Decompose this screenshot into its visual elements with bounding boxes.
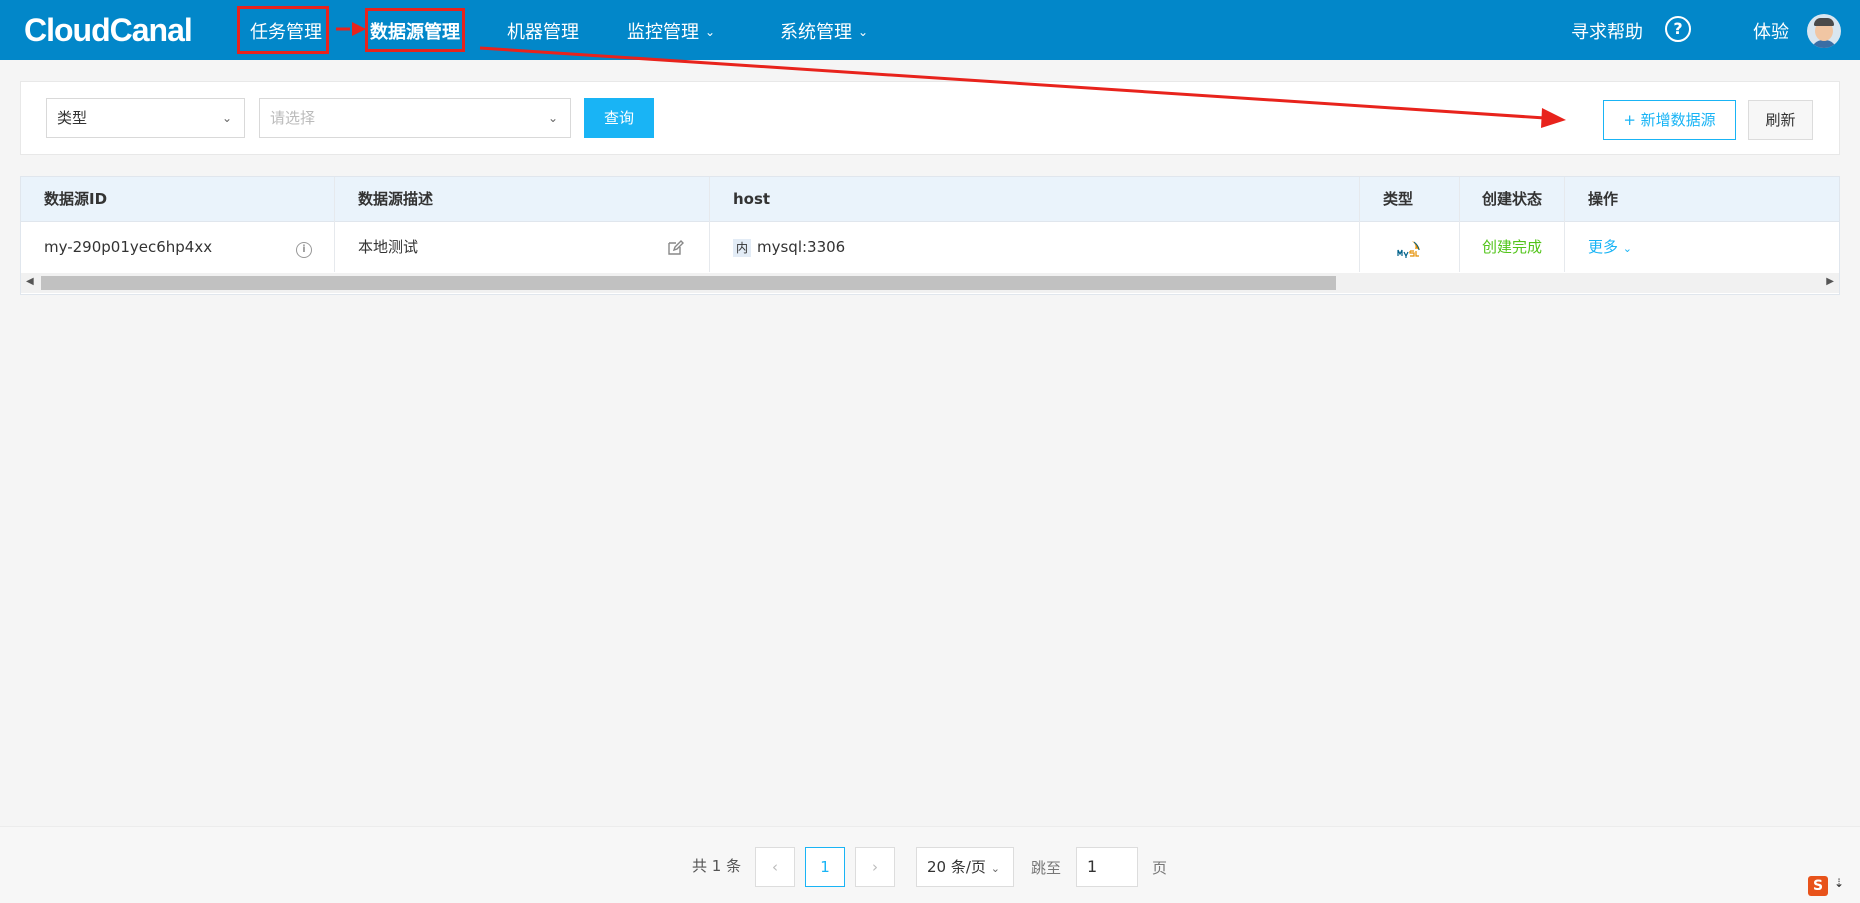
chevron-down-icon: ⌄ <box>990 862 1000 875</box>
user-name[interactable]: 体验 <box>1753 18 1789 44</box>
more-actions-label: 更多 <box>1588 238 1619 256</box>
prev-page-button[interactable]: ‹ <box>755 847 795 887</box>
avatar[interactable] <box>1807 14 1841 48</box>
datasource-table: 数据源ID 数据源描述 host 类型 创建状态 操作 my-290p01yec… <box>20 176 1840 295</box>
cell-create-status: 创建完成 <box>1482 238 1543 256</box>
type-select-value: 类型 <box>57 109 88 127</box>
header-host[interactable]: host <box>733 177 770 221</box>
jump-label: 跳至 <box>1031 859 1062 877</box>
chevron-down-icon: ⌄ <box>705 25 716 39</box>
header-operation[interactable]: 操作 <box>1588 177 1618 221</box>
help-link[interactable]: 寻求帮助 <box>1571 18 1643 44</box>
info-icon[interactable]: i <box>296 242 312 258</box>
more-actions-dropdown[interactable]: 更多 ⌄ <box>1588 222 1632 272</box>
page-size-select[interactable]: 20 条/页 ⌄ <box>916 847 1014 887</box>
header-type[interactable]: 类型 <box>1383 177 1413 221</box>
chevron-down-icon: ⌄ <box>1622 242 1633 255</box>
nav-item-monitor-label: 监控管理 <box>627 22 699 43</box>
nav-item-monitor-management[interactable]: 监控管理 ⌄ <box>627 18 715 44</box>
type-select[interactable]: 类型 ⌄ <box>46 98 245 138</box>
header-datasource-desc[interactable]: 数据源描述 <box>358 177 433 221</box>
page-unit-label: 页 <box>1152 859 1168 877</box>
refresh-button[interactable]: 刷新 <box>1748 100 1813 140</box>
question-circle-icon[interactable]: ? <box>1665 16 1691 42</box>
edit-icon[interactable] <box>666 239 684 257</box>
header-create-status[interactable]: 创建状态 <box>1482 177 1542 221</box>
mysql-logo-icon <box>1397 241 1420 258</box>
header-datasource-id[interactable]: 数据源ID <box>44 177 107 221</box>
pagination-bar: 共 1 条 ‹ 1 › 20 条/页 ⌄ 跳至 1 页 <box>0 826 1860 903</box>
column-divider <box>709 177 710 272</box>
avatar-body <box>1811 40 1837 48</box>
cloudcanal-logo[interactable]: CloudCanal <box>24 12 193 49</box>
total-count: 共 1 条 <box>692 857 742 875</box>
choose-select-placeholder: 请选择 <box>270 109 316 127</box>
jump-page-input[interactable]: 1 <box>1076 847 1138 887</box>
highlight-box-task-management <box>237 6 329 54</box>
column-divider <box>1459 177 1460 272</box>
column-divider <box>1359 177 1360 272</box>
ime-menu-icon[interactable]: ⇣ <box>1834 876 1844 890</box>
highlight-box-datasource-management <box>365 8 465 52</box>
ime-s-icon[interactable]: S <box>1808 876 1828 896</box>
page-number-current[interactable]: 1 <box>805 847 845 887</box>
internal-tag: 内 <box>733 238 751 257</box>
scroll-right-arrow-icon[interactable]: ▶ <box>1826 276 1834 287</box>
page-size-value: 20 条/页 <box>927 858 986 876</box>
next-page-button[interactable]: › <box>855 847 895 887</box>
add-datasource-button[interactable]: + 新增数据源 <box>1603 100 1736 140</box>
cell-host: 内 mysql:3306 <box>733 222 845 272</box>
column-divider <box>334 177 335 272</box>
nav-item-system-label: 系统管理 <box>780 22 852 43</box>
chevron-down-icon: ⌄ <box>858 25 869 39</box>
nav-item-system-management[interactable]: 系统管理 ⌄ <box>780 18 868 44</box>
host-value: mysql:3306 <box>757 238 846 256</box>
scrollbar-thumb[interactable] <box>41 276 1336 290</box>
cell-datasource-id[interactable]: my-290p01yec6hp4xx <box>44 222 212 272</box>
nav-item-machine-management[interactable]: 机器管理 <box>507 18 579 44</box>
table-header <box>21 177 1839 222</box>
query-button[interactable]: 查询 <box>584 98 654 138</box>
scroll-left-arrow-icon[interactable]: ◀ <box>26 276 34 287</box>
horizontal-scrollbar[interactable]: ◀ ▶ <box>21 273 1839 293</box>
chevron-down-icon: ⌄ <box>547 111 558 125</box>
cell-datasource-desc: 本地测试 <box>358 238 419 256</box>
avatar-hair <box>1814 18 1834 26</box>
chevron-down-icon: ⌄ <box>221 111 232 125</box>
column-divider <box>1564 177 1565 272</box>
choose-select[interactable]: 请选择 ⌄ <box>259 98 571 138</box>
